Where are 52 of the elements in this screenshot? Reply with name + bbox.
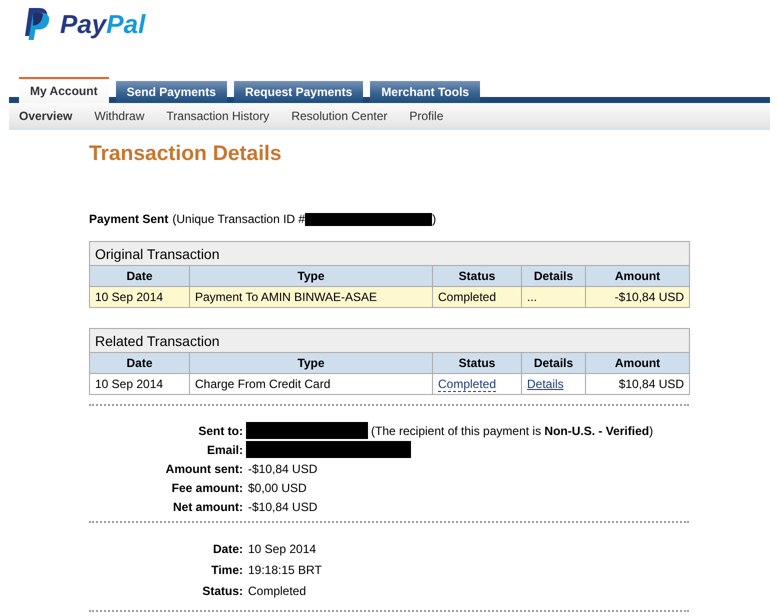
- nav-tab[interactable]: Request Payments: [234, 81, 364, 103]
- nav-tab[interactable]: Send Payments: [116, 81, 227, 103]
- table-cell: 10 Sep 2014: [90, 374, 190, 394]
- logo-wordmark: PayPal: [60, 8, 146, 40]
- nav-tab[interactable]: Merchant Tools: [370, 81, 480, 103]
- detail-label: Amount sent:: [164, 462, 243, 476]
- summary-note: (Unique Transaction ID #: [172, 212, 306, 226]
- column-header: Details: [522, 266, 586, 286]
- detail-value: $0,00 USD: [247, 480, 307, 494]
- detail-value: -$10,84 USD: [247, 462, 318, 476]
- table-caption: Original Transaction: [90, 242, 690, 266]
- column-header: Status: [432, 266, 522, 286]
- details-link[interactable]: Details: [527, 377, 564, 391]
- detail-value: 19:18:15 BRT: [247, 562, 322, 576]
- detail-label: Fee amount:: [170, 480, 243, 494]
- table-caption: Related Transaction: [90, 328, 690, 352]
- table-cell: Charge From Credit Card: [190, 374, 432, 394]
- column-header: Amount: [586, 352, 690, 374]
- detail-value: Completed: [247, 584, 306, 598]
- table-cell: Completed: [432, 286, 522, 308]
- column-header: Details: [522, 352, 586, 374]
- column-header: Date: [90, 352, 190, 374]
- closing-parenthesis: ): [432, 212, 436, 226]
- column-header: Date: [90, 266, 190, 286]
- subnav-link[interactable]: Transaction History: [166, 108, 270, 122]
- column-header: Type: [190, 266, 432, 286]
- page-title: Transaction Details: [89, 142, 283, 166]
- summary-label: Payment Sent: [89, 212, 168, 226]
- detail-label: Date:: [212, 542, 243, 556]
- detail-label: Time:: [210, 562, 243, 576]
- table-cell: ...: [522, 286, 586, 308]
- detail-value: -$10,84 USD: [247, 500, 318, 514]
- nav-tab[interactable]: My Account: [19, 77, 109, 103]
- subnav-link[interactable]: Overview: [19, 108, 72, 122]
- logo-icon: [25, 8, 51, 40]
- subnav-link[interactable]: Resolution Center: [291, 108, 388, 122]
- column-header: Type: [190, 352, 432, 374]
- column-header: Amount: [586, 266, 690, 286]
- table-cell: 10 Sep 2014: [90, 286, 190, 308]
- detail-value: 10 Sep 2014: [247, 542, 316, 556]
- subnav-link[interactable]: Profile: [409, 108, 444, 122]
- table-cell: Payment To AMIN BINWAE-ASAE: [190, 286, 432, 308]
- detail-label: Net amount:: [172, 500, 243, 514]
- column-header: Status: [432, 352, 522, 374]
- detail-label: Status:: [201, 584, 243, 598]
- status-link[interactable]: Completed: [438, 377, 496, 392]
- table-cell: $10,84 USD: [586, 374, 690, 394]
- detail-label: Sent to:: [197, 424, 243, 438]
- subnav-link[interactable]: Withdraw: [94, 108, 144, 122]
- table-cell: -$10,84 USD: [586, 286, 690, 308]
- recipient-note: (The recipient of this payment is Non-U.S. - Verified): [371, 424, 654, 438]
- detail-label: Email:: [206, 442, 243, 456]
